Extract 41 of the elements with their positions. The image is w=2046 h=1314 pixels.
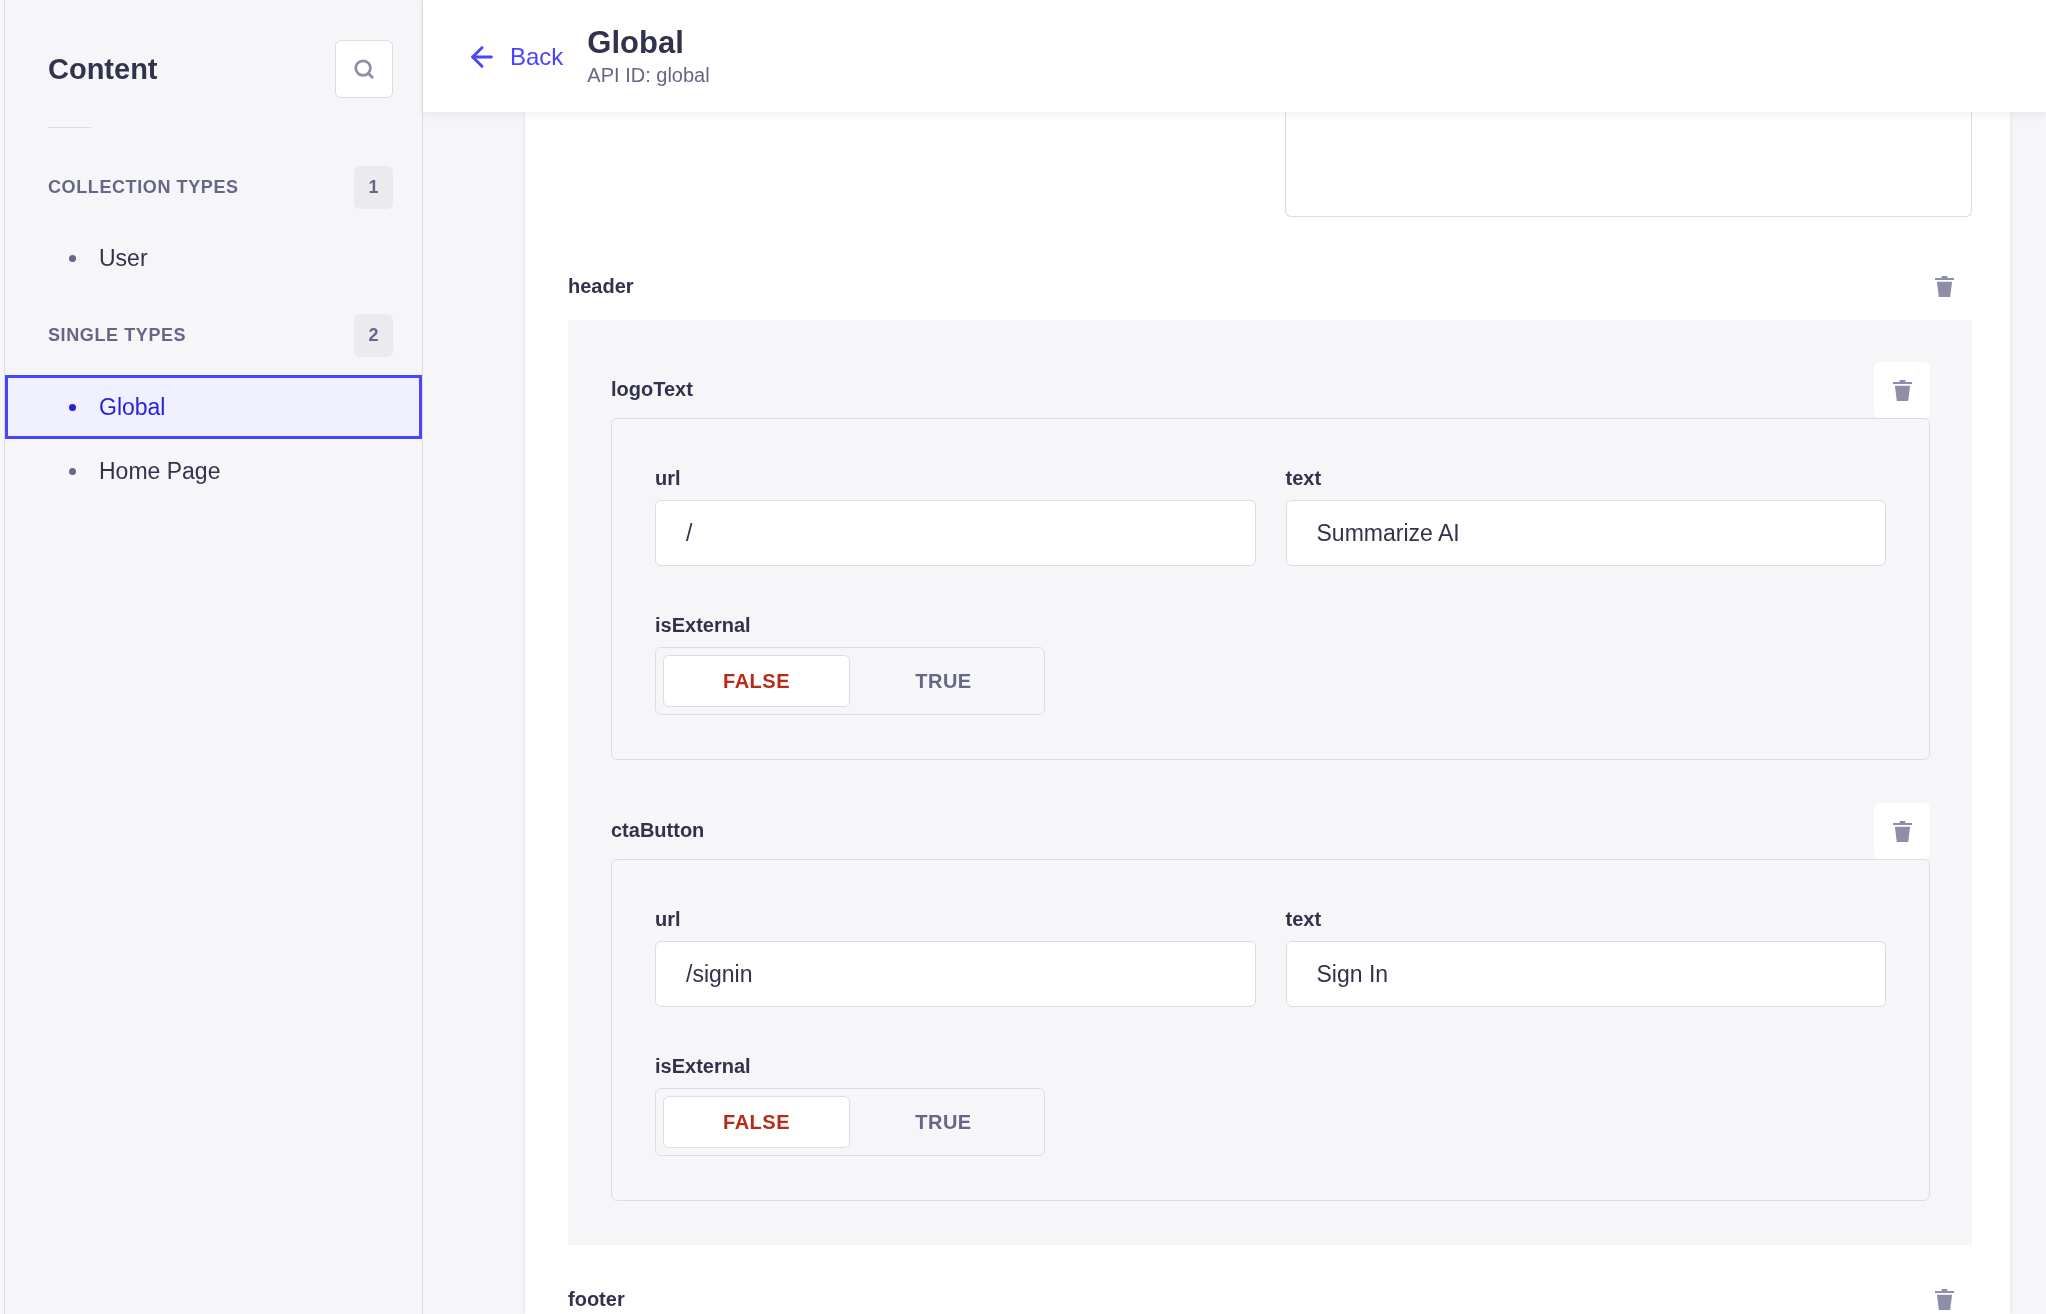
bullet-icon [69, 403, 76, 411]
count-badge: 2 [354, 314, 393, 357]
group-label: ctaButton [611, 817, 705, 843]
field-label: isExternal [655, 1054, 752, 1078]
trash-icon [1892, 379, 1912, 401]
trash-icon[interactable] [1935, 275, 1954, 297]
sidebar-item[interactable]: Home Page [5, 439, 422, 503]
text-input[interactable]: /signin [655, 941, 1256, 1007]
field-label: url [655, 466, 682, 490]
trash-icon[interactable] [1935, 1288, 1954, 1310]
section-heading: COLLECTION TYPES [48, 176, 239, 199]
delete-button[interactable] [1874, 803, 1930, 859]
back-link[interactable]: Back [466, 38, 564, 75]
toggle-option[interactable]: FALSE [663, 655, 850, 707]
textarea-field[interactable] [1285, 112, 1972, 217]
search-button[interactable] [335, 40, 393, 98]
delete-button[interactable] [1874, 362, 1930, 418]
group-label: logoText [611, 376, 693, 402]
toggle-option[interactable]: TRUE [850, 655, 1037, 707]
field-label: isExternal [655, 613, 752, 637]
field-label: url [655, 907, 682, 931]
bullet-icon [69, 254, 76, 262]
bullet-icon [69, 467, 76, 475]
text-input[interactable]: Sign In [1285, 941, 1886, 1007]
page-title: Global [587, 24, 685, 62]
toggle-option[interactable]: FALSE [663, 1096, 850, 1148]
text-input[interactable]: Summarize AI [1285, 500, 1886, 566]
component-label: header [568, 274, 634, 299]
count-badge: 1 [354, 166, 393, 209]
sidebar-item[interactable]: User [5, 226, 422, 290]
text-input[interactable]: / [655, 500, 1256, 566]
search-icon [353, 58, 375, 80]
page-subtitle: API ID: global [587, 63, 710, 88]
sidebar-title: Content [48, 52, 158, 87]
section-heading: SINGLE TYPES [48, 324, 187, 347]
component-label: footer [568, 1287, 625, 1312]
field-label: text [1285, 907, 1323, 931]
toggle-option[interactable]: TRUE [850, 1096, 1037, 1148]
trash-icon [1892, 820, 1912, 842]
field-label: text [1285, 466, 1323, 490]
sidebar-item[interactable]: Global [5, 375, 422, 439]
